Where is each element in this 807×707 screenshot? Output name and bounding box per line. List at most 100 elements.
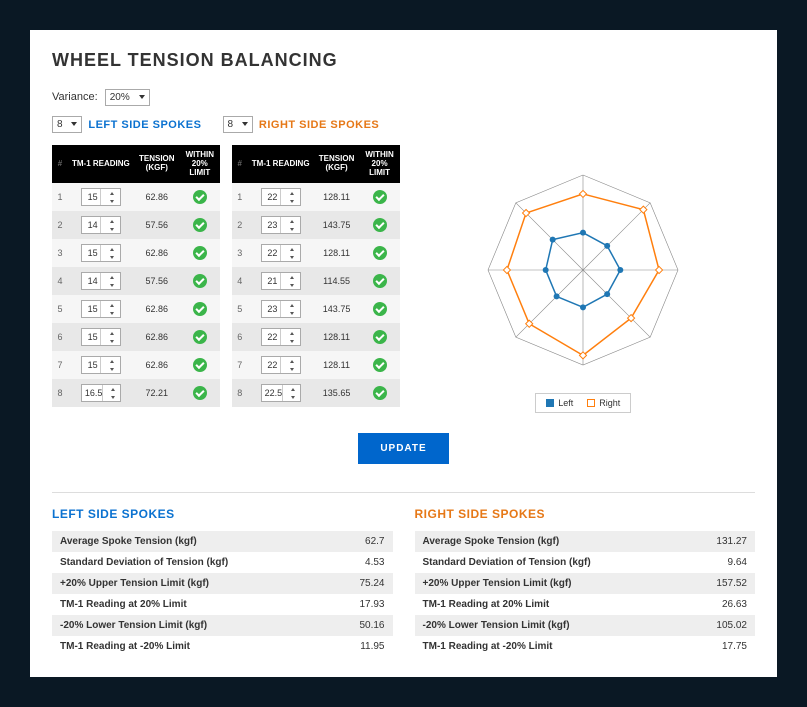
- stepper-up-icon[interactable]: [284, 329, 300, 337]
- left-count-select[interactable]: 8: [52, 116, 82, 133]
- check-icon: [193, 330, 207, 344]
- left-reading-input[interactable]: 15: [81, 328, 121, 346]
- stepper-down-icon[interactable]: [286, 393, 299, 401]
- left-spokes-table: # TM-1 READING TENSION (KGF) WITHIN 20% …: [52, 145, 220, 407]
- right-reading-input[interactable]: 23: [261, 216, 301, 234]
- stat-row: TM-1 Reading at 20% Limit17.93: [52, 594, 393, 615]
- stepper-up-icon[interactable]: [104, 301, 120, 309]
- page-title: WHEEL TENSION BALANCING: [52, 50, 755, 71]
- stepper-up-icon[interactable]: [286, 385, 299, 393]
- stats-right-heading: RIGHT SIDE SPOKES: [415, 507, 756, 521]
- stepper-down-icon[interactable]: [284, 337, 300, 345]
- check-icon: [193, 302, 207, 316]
- left-swatch: [546, 399, 554, 407]
- table-row: 51562.86: [52, 295, 220, 323]
- stat-row: TM-1 Reading at -20% Limit11.95: [52, 636, 393, 657]
- stepper-down-icon[interactable]: [106, 393, 119, 401]
- stepper-up-icon[interactable]: [284, 357, 300, 365]
- stepper-down-icon[interactable]: [284, 365, 300, 373]
- stepper-up-icon[interactable]: [284, 273, 300, 281]
- table-row: 41457.56: [52, 267, 220, 295]
- stepper-down-icon[interactable]: [104, 253, 120, 261]
- tension-value: 62.86: [134, 183, 180, 211]
- stepper-up-icon[interactable]: [104, 357, 120, 365]
- main-panel: WHEEL TENSION BALANCING Variance: 20% 8 …: [30, 30, 777, 677]
- row-index: 3: [52, 239, 68, 267]
- stepper-up-icon[interactable]: [106, 385, 119, 393]
- chevron-down-icon: [242, 122, 248, 126]
- tension-value: 128.11: [314, 239, 360, 267]
- row-index: 7: [52, 351, 68, 379]
- divider: [52, 492, 755, 493]
- stat-row: Standard Deviation of Tension (kgf)9.64: [415, 552, 756, 573]
- variance-row: Variance: 20%: [52, 89, 755, 106]
- left-reading-input[interactable]: 16.5: [81, 384, 121, 402]
- table-row: 421114.55: [232, 267, 400, 295]
- stepper-down-icon[interactable]: [284, 309, 300, 317]
- stat-row: Standard Deviation of Tension (kgf)4.53: [52, 552, 393, 573]
- stepper-down-icon[interactable]: [104, 281, 120, 289]
- stepper-down-icon[interactable]: [284, 253, 300, 261]
- left-reading-input[interactable]: 14: [81, 272, 121, 290]
- table-row: 31562.86: [52, 239, 220, 267]
- row-index: 4: [52, 267, 68, 295]
- right-reading-input[interactable]: 21: [261, 272, 301, 290]
- tension-value: 128.11: [314, 183, 360, 211]
- stepper-down-icon[interactable]: [104, 337, 120, 345]
- stepper-up-icon[interactable]: [284, 189, 300, 197]
- check-icon: [373, 190, 387, 204]
- row-index: 6: [232, 323, 248, 351]
- stepper-down-icon[interactable]: [104, 225, 120, 233]
- stepper-up-icon[interactable]: [284, 245, 300, 253]
- stepper-up-icon[interactable]: [284, 217, 300, 225]
- stepper-up-icon[interactable]: [104, 329, 120, 337]
- row-index: 8: [232, 379, 248, 407]
- row-index: 5: [232, 295, 248, 323]
- stepper-up-icon[interactable]: [104, 273, 120, 281]
- stepper-down-icon[interactable]: [284, 197, 300, 205]
- right-spokes-heading: RIGHT SIDE SPOKES: [259, 119, 379, 131]
- stats-section: LEFT SIDE SPOKES Average Spoke Tension (…: [52, 507, 755, 657]
- chart-legend: Left Right: [535, 393, 631, 413]
- right-reading-input[interactable]: 22.5: [261, 384, 301, 402]
- left-reading-input[interactable]: 15: [81, 188, 121, 206]
- stepper-down-icon[interactable]: [284, 225, 300, 233]
- stepper-up-icon[interactable]: [284, 301, 300, 309]
- stepper-down-icon[interactable]: [284, 281, 300, 289]
- stepper-down-icon[interactable]: [104, 309, 120, 317]
- right-reading-input[interactable]: 22: [261, 244, 301, 262]
- stepper-down-icon[interactable]: [104, 365, 120, 373]
- variance-label: Variance:: [52, 91, 98, 103]
- row-index: 6: [52, 323, 68, 351]
- tension-value: 135.65: [314, 379, 360, 407]
- row-index: 3: [232, 239, 248, 267]
- right-reading-input[interactable]: 22: [261, 328, 301, 346]
- variance-select[interactable]: 20%: [105, 89, 150, 106]
- left-reading-input[interactable]: 15: [81, 356, 121, 374]
- stat-row: -20% Lower Tension Limit (kgf)105.02: [415, 615, 756, 636]
- right-reading-input[interactable]: 23: [261, 300, 301, 318]
- tension-value: 62.86: [134, 295, 180, 323]
- update-button[interactable]: UPDATE: [358, 433, 448, 464]
- stepper-up-icon[interactable]: [104, 245, 120, 253]
- check-icon: [193, 358, 207, 372]
- left-reading-input[interactable]: 15: [81, 300, 121, 318]
- left-reading-input[interactable]: 14: [81, 216, 121, 234]
- right-swatch: [587, 399, 595, 407]
- row-index: 1: [52, 183, 68, 211]
- right-reading-input[interactable]: 22: [261, 356, 301, 374]
- stat-row: TM-1 Reading at -20% Limit17.75: [415, 636, 756, 657]
- spoke-count-row: 8 LEFT SIDE SPOKES 8 RIGHT SIDE SPOKES: [52, 116, 755, 133]
- tension-value: 62.86: [134, 351, 180, 379]
- left-reading-input[interactable]: 15: [81, 244, 121, 262]
- table-row: 223143.75: [232, 211, 400, 239]
- stepper-up-icon[interactable]: [104, 217, 120, 225]
- radar-svg: [443, 165, 723, 385]
- check-icon: [373, 302, 387, 316]
- right-count-select[interactable]: 8: [223, 116, 253, 133]
- row-index: 8: [52, 379, 68, 407]
- stepper-up-icon[interactable]: [104, 189, 120, 197]
- stat-row: -20% Lower Tension Limit (kgf)50.16: [52, 615, 393, 636]
- right-reading-input[interactable]: 22: [261, 188, 301, 206]
- stepper-down-icon[interactable]: [104, 197, 120, 205]
